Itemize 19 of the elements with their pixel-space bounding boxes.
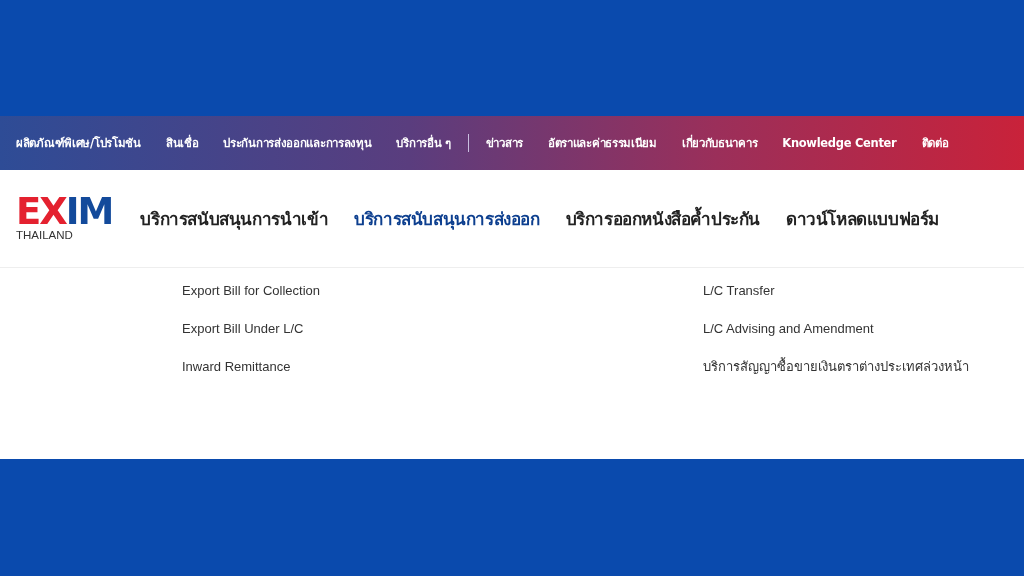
nav-link[interactable]: เกี่ยวกับธนาคาร bbox=[681, 134, 758, 152]
nav-link[interactable]: บริการอื่น ๆ bbox=[396, 134, 451, 152]
nav-link[interactable]: ผลิตภัณฑ์พิเศษ/โปรโมชัน bbox=[16, 134, 141, 152]
nav-link[interactable]: สินเชื่อ bbox=[165, 134, 199, 152]
menu-link[interactable]: บริการสัญญาซื้อขายเงินตราต่างประเทศล่วงหน้า bbox=[703, 358, 969, 376]
menu-tab[interactable]: ดาวน์โหลดแบบฟอร์ม bbox=[786, 205, 940, 232]
menu-link[interactable]: Export Bill for Collection bbox=[182, 282, 703, 300]
menu-link[interactable]: L/C Transfer bbox=[703, 282, 969, 300]
menu-tab[interactable]: บริการออกหนังสือค้ำประกัน bbox=[565, 205, 761, 232]
menu-link[interactable]: L/C Advising and Amendment bbox=[703, 320, 969, 338]
nav-link[interactable]: ประกันการส่งออกและการลงทุน bbox=[223, 134, 372, 152]
nav-link[interactable]: ข่าวสาร bbox=[485, 134, 523, 152]
nav-link[interactable]: ติดต่อ bbox=[921, 134, 949, 152]
nav-link[interactable]: Knowledge Center bbox=[782, 136, 897, 150]
menu-link[interactable]: Export Bill Under L/C bbox=[182, 320, 703, 338]
menu-link[interactable]: Inward Remittance bbox=[182, 358, 703, 376]
menu-tab[interactable]: บริการสนับสนุนการส่งออก bbox=[354, 205, 540, 232]
menu-tab[interactable]: บริการสนับสนุนการนำเข้า bbox=[140, 205, 329, 232]
nav-link[interactable]: อัตราและค่าธรรมเนียม bbox=[547, 134, 657, 152]
